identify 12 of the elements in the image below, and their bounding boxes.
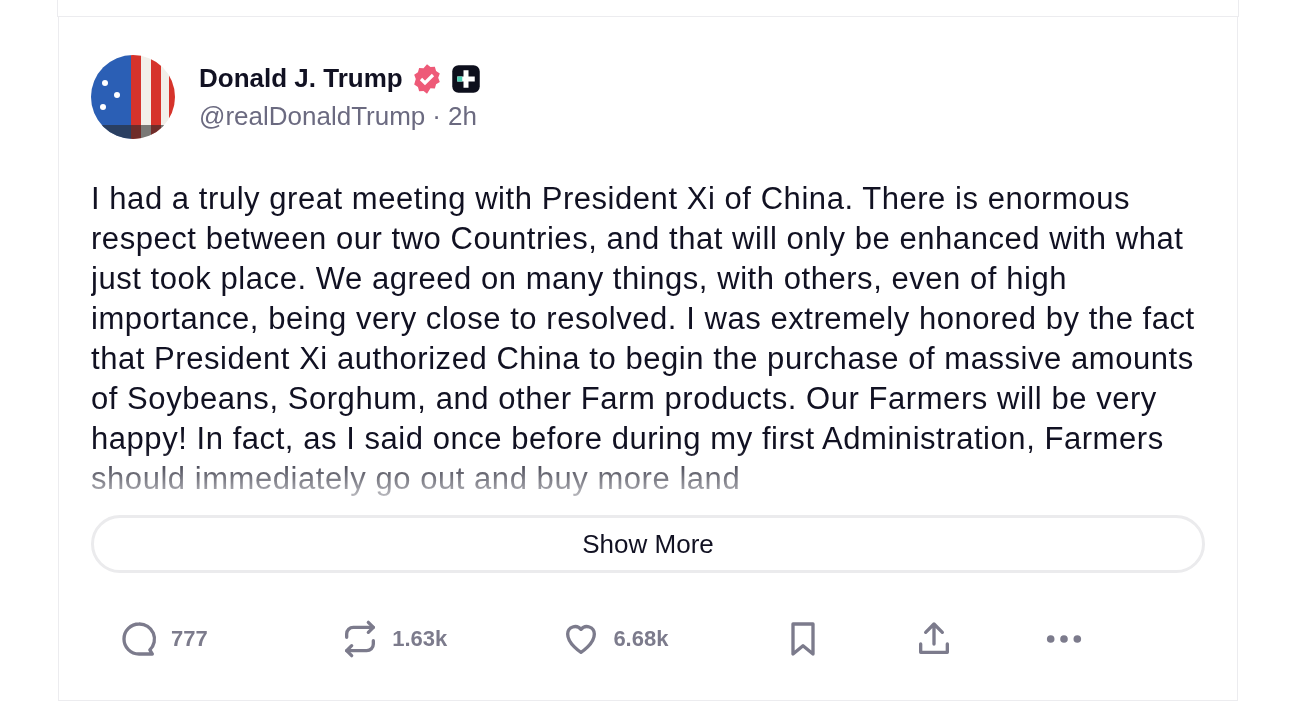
- more-icon: [1044, 634, 1083, 644]
- plus-badge-icon: [450, 63, 481, 94]
- author-handle: @realDonaldTrump: [199, 100, 426, 132]
- post-text: I had a truly great meeting with President Xi of China. There is enormous respect between our two Countries, and that will only be enhanced with what just took place. We agreed on many things, with others, even of high importance, being very close to resolved. I was extremely honored by the fact that President Xi authorized China to begin the purchase of massive amounts of Soybeans, Sorghum, and other Farm products. Our Farmers will be very happy! In fact, as I said once before during my first Administration, Farmers should immediately go out and buy more land: [91, 180, 1196, 498]
- author-name: Donald J. Trump: [199, 63, 403, 94]
- repost-button[interactable]: 1.63k: [340, 619, 471, 659]
- reply-button[interactable]: 777: [119, 619, 249, 659]
- show-more-button[interactable]: Show More: [91, 515, 1205, 573]
- post-time: 2h: [447, 100, 477, 132]
- speech-bubble-icon: [119, 619, 159, 659]
- separator-dot: ·: [432, 100, 441, 132]
- like-button[interactable]: 6.68k: [561, 619, 692, 659]
